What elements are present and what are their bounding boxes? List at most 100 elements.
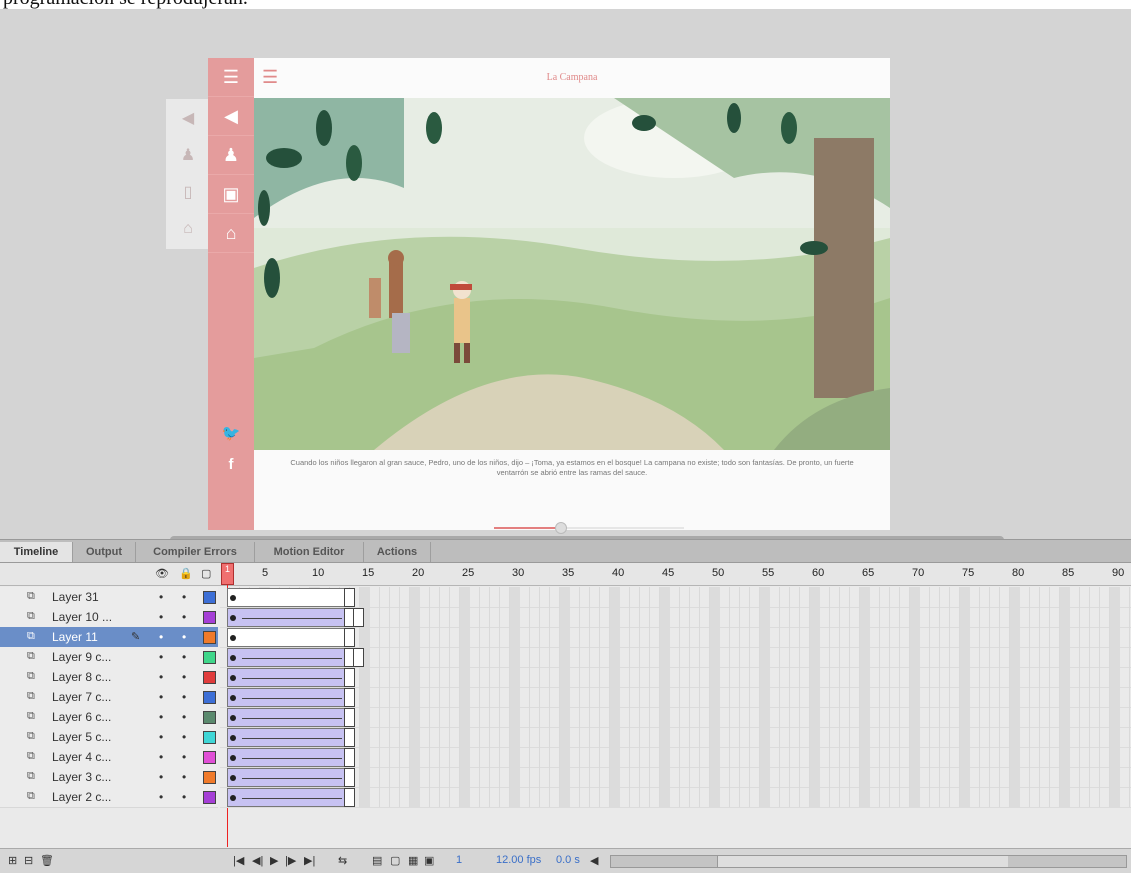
layer-row[interactable]: ⧉ Layer 6 c... • •	[0, 707, 1131, 728]
layer-row[interactable]: ⧉ Layer 5 c... • •	[0, 727, 1131, 748]
layer-name-cell[interactable]: ⧉ Layer 6 c... • •	[0, 707, 218, 728]
layer-outline-color-swatch[interactable]	[203, 711, 216, 724]
visibility-dot[interactable]: •	[159, 790, 163, 804]
end-keyframe[interactable]	[353, 648, 364, 667]
home-icon[interactable]: ⌂	[208, 214, 254, 253]
facebook-icon[interactable]: f	[208, 456, 254, 473]
keyframe[interactable]	[230, 635, 236, 641]
lock-dot[interactable]: •	[182, 670, 186, 684]
keyframe[interactable]	[230, 695, 236, 701]
layer-name[interactable]: Layer 4 c...	[52, 750, 111, 764]
layer-outline-color-swatch[interactable]	[203, 691, 216, 704]
visibility-dot[interactable]: •	[159, 670, 163, 684]
sound-icon[interactable]: ◀	[208, 97, 254, 136]
lock-dot[interactable]: •	[182, 790, 186, 804]
keyframe[interactable]	[230, 715, 236, 721]
frame-track[interactable]	[220, 627, 1131, 648]
keyframe[interactable]	[230, 655, 236, 661]
keyframe[interactable]	[230, 595, 236, 601]
fps-readout[interactable]: 12.00 fps	[496, 854, 541, 866]
progress-knob[interactable]	[555, 522, 568, 534]
tween-span[interactable]	[227, 788, 346, 807]
new-layer-icon[interactable]: ⊞	[8, 854, 17, 867]
play-icon[interactable]: ▶	[270, 854, 278, 867]
tween-span[interactable]	[227, 688, 346, 707]
scroll-left-icon[interactable]: ◀	[590, 854, 598, 867]
layer-name[interactable]: Layer 2 c...	[52, 790, 111, 804]
layer-name[interactable]: Layer 9 c...	[52, 650, 111, 664]
layer-outline-color-swatch[interactable]	[203, 771, 216, 784]
outline-icon[interactable]: ▢	[201, 567, 211, 580]
keyframe[interactable]	[230, 735, 236, 741]
tween-span[interactable]	[227, 768, 346, 787]
layer-name-cell[interactable]: ⧉ Layer 7 c... • •	[0, 687, 218, 708]
frame-track[interactable]	[220, 787, 1131, 808]
lock-dot[interactable]: •	[182, 650, 186, 664]
tab-motion-editor[interactable]: Motion Editor	[255, 542, 364, 562]
layer-row[interactable]: ⧉ Layer 2 c... • •	[0, 787, 1131, 808]
visibility-dot[interactable]: •	[159, 730, 163, 744]
keyframe[interactable]	[230, 675, 236, 681]
lock-icon[interactable]: 🔒	[179, 567, 193, 580]
layer-outline-color-swatch[interactable]	[203, 731, 216, 744]
bookmark-icon[interactable]: ▣	[208, 175, 254, 214]
step-back-icon[interactable]: ◀|	[252, 854, 263, 867]
end-keyframe[interactable]	[344, 588, 355, 607]
visibility-dot[interactable]: •	[159, 750, 163, 764]
frame-track[interactable]	[220, 607, 1131, 628]
layer-row[interactable]: ⧉ Layer 8 c... • •	[0, 667, 1131, 688]
layer-name-cell[interactable]: ⧉ Layer 4 c... • •	[0, 747, 218, 768]
current-frame-readout[interactable]: 1	[456, 854, 462, 866]
new-folder-icon[interactable]: ⊟	[24, 854, 33, 867]
edit-frames-icon[interactable]: ▦	[408, 854, 418, 867]
frame-track[interactable]	[220, 687, 1131, 708]
layer-row[interactable]: ⧉ Layer 31 • •	[0, 587, 1131, 608]
end-keyframe[interactable]	[344, 728, 355, 747]
visibility-dot[interactable]: •	[159, 650, 163, 664]
layer-outline-color-swatch[interactable]	[203, 671, 216, 684]
visibility-dot[interactable]: •	[159, 610, 163, 624]
progress-slider[interactable]	[494, 522, 684, 534]
layer-outline-color-swatch[interactable]	[203, 611, 216, 624]
layer-name-cell[interactable]: ⧉ Layer 9 c... • •	[0, 647, 218, 668]
layer-outline-color-swatch[interactable]	[203, 591, 216, 604]
tween-span[interactable]	[227, 668, 346, 687]
layer-name-cell[interactable]: ⧉ Layer 2 c... • •	[0, 787, 218, 808]
end-keyframe[interactable]	[344, 768, 355, 787]
first-frame-icon[interactable]: |◀	[233, 854, 244, 867]
onion-markers-icon[interactable]: ▣	[424, 854, 434, 867]
end-keyframe[interactable]	[344, 688, 355, 707]
visibility-dot[interactable]: •	[159, 770, 163, 784]
keyframe[interactable]	[230, 775, 236, 781]
tween-span[interactable]	[227, 728, 346, 747]
layer-outline-color-swatch[interactable]	[203, 651, 216, 664]
end-keyframe[interactable]	[344, 628, 355, 647]
layer-name[interactable]: Layer 7 c...	[52, 690, 111, 704]
frame-track[interactable]	[220, 647, 1131, 668]
tab-output[interactable]: Output	[73, 542, 136, 562]
layer-name[interactable]: Layer 3 c...	[52, 770, 111, 784]
onion-skin-icon[interactable]: ▤	[372, 854, 382, 867]
layer-outline-color-swatch[interactable]	[203, 791, 216, 804]
visibility-dot[interactable]: •	[159, 630, 163, 644]
show-hide-icon[interactable]: 👁	[155, 567, 169, 580]
tab-actions[interactable]: Actions	[364, 542, 431, 562]
keyframe[interactable]	[230, 795, 236, 801]
playhead[interactable]: 1	[221, 563, 234, 585]
lock-dot[interactable]: •	[182, 750, 186, 764]
layer-row[interactable]: ⧉ Layer 11 ✎ • •	[0, 627, 1131, 648]
layer-name[interactable]: Layer 8 c...	[52, 670, 111, 684]
delete-layer-icon[interactable]: 🗑	[40, 854, 54, 867]
frame-track[interactable]	[220, 747, 1131, 768]
layer-name-cell[interactable]: ⧉ Layer 8 c... • •	[0, 667, 218, 688]
timeline-scrollbar[interactable]	[610, 855, 1127, 868]
lock-dot[interactable]: •	[182, 730, 186, 744]
lock-dot[interactable]: •	[182, 630, 186, 644]
last-frame-icon[interactable]: ▶|	[304, 854, 315, 867]
person-icon[interactable]: ♟	[208, 136, 254, 175]
lock-dot[interactable]: •	[182, 770, 186, 784]
end-keyframe[interactable]	[344, 788, 355, 807]
layer-outline-color-swatch[interactable]	[203, 751, 216, 764]
frame-track[interactable]	[220, 707, 1131, 728]
layer-row[interactable]: ⧉ Layer 3 c... • •	[0, 767, 1131, 788]
